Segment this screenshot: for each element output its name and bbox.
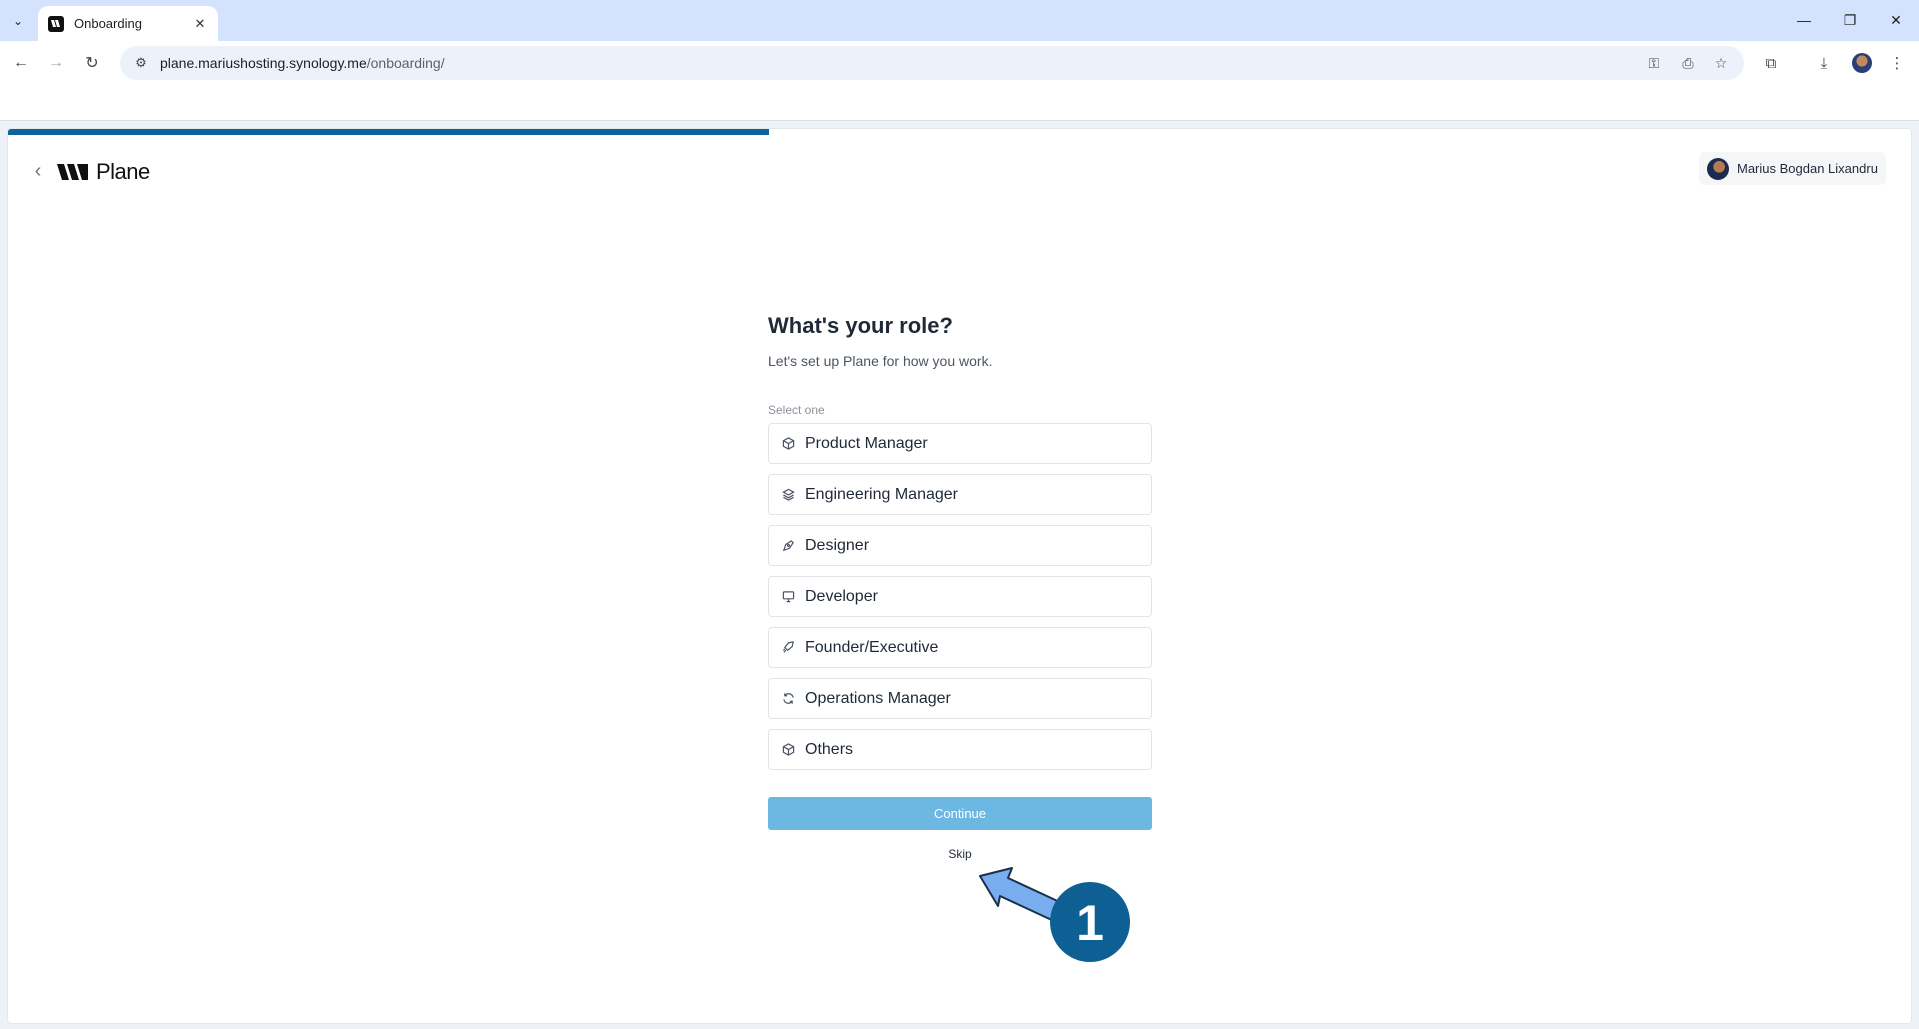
role-label: Founder/Executive <box>805 638 939 656</box>
role-form: What's your role? Let's set up Plane for… <box>768 313 1152 861</box>
site-info-icon[interactable]: ⚙ <box>132 54 150 72</box>
monitor-icon <box>781 590 795 604</box>
avatar <box>1707 157 1729 180</box>
step-number: 1 <box>1076 895 1104 951</box>
url-path: /onboarding/ <box>366 55 445 71</box>
password-key-icon[interactable]: ⚿ <box>1644 53 1664 73</box>
role-label: Developer <box>805 587 878 605</box>
forward-arrow-icon[interactable]: → <box>44 51 68 75</box>
refresh-icon <box>781 692 795 706</box>
user-menu[interactable]: Marius Bogdan Lixandru <box>1699 152 1886 185</box>
layers-icon <box>781 488 795 502</box>
tutorial-arrow-annotation: 1 <box>979 867 1130 962</box>
tab-search-button[interactable]: ⌄ <box>6 9 30 33</box>
cube-icon <box>781 437 795 451</box>
box-icon <box>781 743 795 757</box>
role-option-product-manager[interactable]: Product Manager <box>768 423 1152 464</box>
minimize-icon[interactable]: — <box>1789 8 1819 32</box>
role-option-founder-executive[interactable]: Founder/Executive <box>768 627 1152 668</box>
browser-tab-bar: ⌄ Onboarding ✕ — ❐ ✕ <box>0 0 1919 41</box>
role-option-engineering-manager[interactable]: Engineering Manager <box>768 474 1152 515</box>
extensions-icon[interactable]: ⧉ <box>1759 51 1783 75</box>
role-label: Designer <box>805 536 870 554</box>
pen-tool-icon <box>781 539 795 553</box>
role-options: Product Manager Engineering Manager Desi… <box>768 423 1152 770</box>
onboarding-page: ‹ Plane Marius Bogdan Lixandru What's yo… <box>7 128 1912 1024</box>
menu-kebab-icon[interactable]: ⋮ <box>1885 51 1909 75</box>
plane-logo: Plane <box>56 159 150 185</box>
bookmarks-bar <box>0 85 1919 121</box>
back-chevron-icon[interactable]: ‹ <box>28 159 48 183</box>
address-bar[interactable]: ⚙ plane.mariushosting.synology.me/onboar… <box>120 46 1744 80</box>
page-title: What's your role? <box>768 313 953 338</box>
page-subtitle: Let's set up Plane for how you work. <box>768 353 993 369</box>
role-option-others[interactable]: Others <box>768 729 1152 770</box>
plane-favicon-icon <box>48 15 64 32</box>
user-name: Marius Bogdan Lixandru <box>1737 161 1878 176</box>
browser-toolbar: ← → ↻ ⚙ plane.mariushosting.synology.me /… <box>0 41 1919 85</box>
tab-title: Onboarding <box>74 16 142 31</box>
downloads-icon[interactable]: ⤓ <box>1812 51 1836 75</box>
onboarding-progress-bar <box>8 129 770 135</box>
close-tab-icon[interactable]: ✕ <box>192 16 208 32</box>
back-arrow-icon[interactable]: ← <box>9 51 33 75</box>
role-option-developer[interactable]: Developer <box>768 576 1152 617</box>
rocket-icon <box>781 641 795 655</box>
logo-text: Plane <box>96 159 150 184</box>
role-option-designer[interactable]: Designer <box>768 525 1152 566</box>
browser-tab[interactable]: Onboarding ✕ <box>38 6 218 41</box>
reload-icon[interactable]: ↻ <box>80 51 104 75</box>
continue-button[interactable]: Continue <box>768 797 1152 830</box>
profile-avatar-icon[interactable] <box>1852 53 1872 73</box>
install-app-icon[interactable]: ⎙ <box>1678 53 1698 73</box>
role-option-operations-manager[interactable]: Operations Manager <box>768 678 1152 719</box>
plane-logo-icon <box>57 164 88 180</box>
skip-link[interactable]: Skip <box>768 847 1152 861</box>
role-label: Others <box>805 740 854 758</box>
bookmark-star-icon[interactable]: ☆ <box>1711 53 1731 73</box>
url-host: plane.mariushosting.synology.me <box>160 55 367 71</box>
restore-icon[interactable]: ❐ <box>1835 8 1865 32</box>
select-label: Select one <box>768 403 825 417</box>
close-window-icon[interactable]: ✕ <box>1881 8 1911 32</box>
role-label: Product Manager <box>805 434 928 452</box>
role-label: Operations Manager <box>805 689 951 707</box>
role-label: Engineering Manager <box>805 485 958 503</box>
